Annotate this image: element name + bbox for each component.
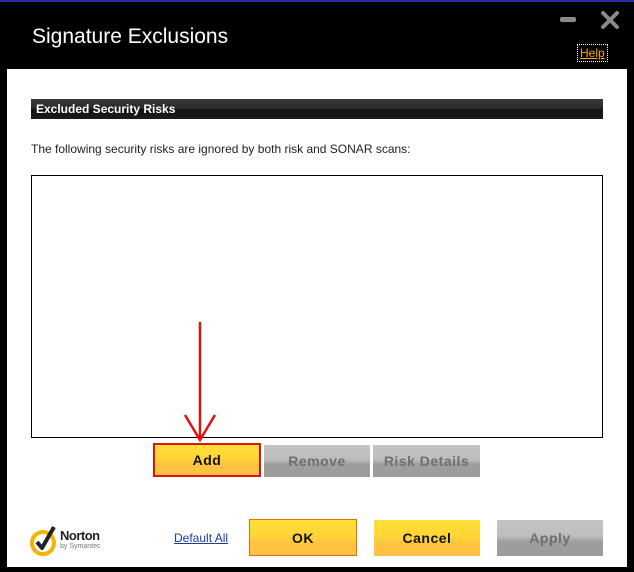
help-link[interactable]: Help (577, 44, 608, 62)
risk-details-button[interactable]: Risk Details (373, 445, 480, 477)
close-button[interactable] (600, 10, 620, 30)
section-header: Excluded Security Risks (31, 99, 603, 119)
annotation-arrow-icon (183, 322, 217, 443)
apply-button[interactable]: Apply (497, 520, 603, 556)
excluded-risks-list[interactable] (31, 175, 603, 438)
dialog-panel: Excluded Security Risks The following se… (7, 69, 627, 567)
top-edge-line (0, 0, 634, 2)
add-button[interactable]: Add (153, 443, 261, 477)
remove-button[interactable]: Remove (264, 445, 370, 477)
minimize-button[interactable] (560, 17, 576, 22)
window-title: Signature Exclusions (32, 25, 229, 48)
ok-button[interactable]: OK (249, 519, 357, 556)
cancel-button[interactable]: Cancel (374, 520, 480, 556)
close-icon (601, 11, 619, 29)
logo-subtitle: by Symantec (60, 543, 101, 550)
section-description: The following security risks are ignored… (31, 142, 411, 156)
norton-check-icon (30, 526, 56, 556)
default-all-link[interactable]: Default All (174, 531, 228, 545)
norton-logo: Norton by Symantec (30, 524, 110, 560)
logo-name: Norton (60, 528, 100, 543)
